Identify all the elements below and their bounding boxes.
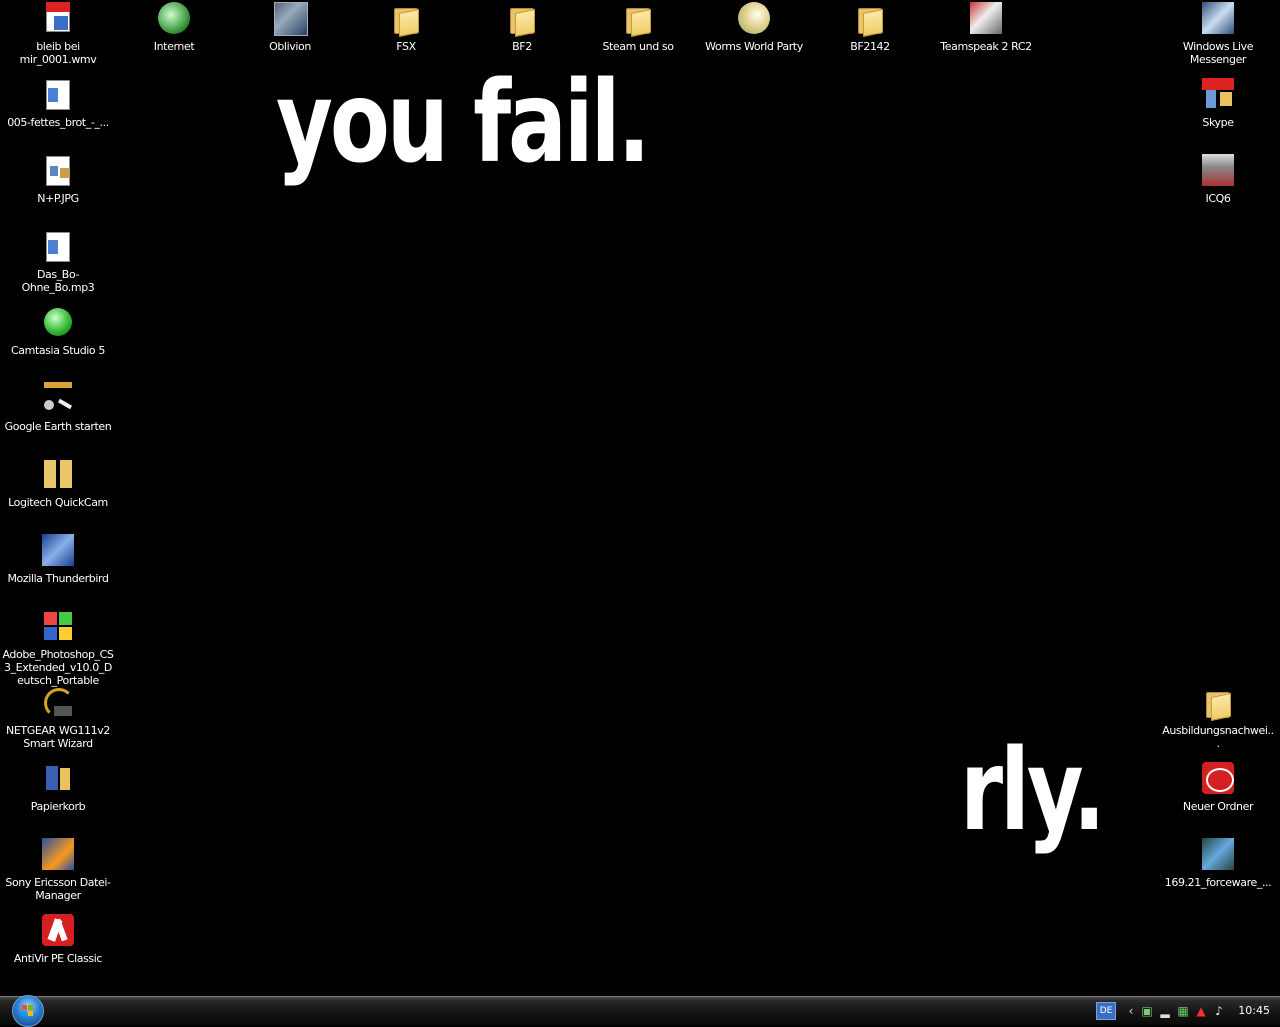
desktop-icon-label: ICQ6 (1205, 192, 1231, 205)
desktop-icon-label: 005-fettes_brot_-_... (7, 116, 109, 129)
desktop-icon-label: Worms World Party (705, 40, 803, 53)
wallpaper-text-line-2: rly. (960, 726, 1106, 856)
desktop-icon-bleib-bei-mir[interactable]: bleib bei mir_0001.wmv (0, 2, 116, 66)
taskbar: DE ‹ ▣ ▂ ▦ ▲ ♪ 10:45 (0, 995, 1280, 1027)
desktop-icon-papierkorb[interactable]: Papierkorb (0, 762, 116, 813)
chevron-left-icon[interactable]: ‹ (1124, 1004, 1138, 1018)
desktop-icon-steam-und-so[interactable]: Steam und so (580, 2, 696, 53)
desktop-icon-label: N+P.JPG (37, 192, 79, 205)
desktop-icon-label: Google Earth starten (4, 420, 112, 433)
audio-file-icon (42, 78, 74, 110)
desktop-icon-internet[interactable]: Internet (116, 2, 232, 53)
desktop-icon-bf2[interactable]: BF2 (464, 2, 580, 53)
game-icon (738, 2, 770, 34)
folder-icon (622, 2, 654, 38)
desktop-icon-thunderbird[interactable]: Mozilla Thunderbird (0, 534, 116, 585)
antivir-icon[interactable]: ▲ (1194, 1004, 1208, 1018)
desktop-icon-label: BF2142 (850, 40, 890, 53)
folder-icon (1202, 762, 1234, 794)
desktop-icon-forceware[interactable]: 169.21_forceware_... (1160, 838, 1276, 889)
network-icon[interactable]: ▣ (1140, 1004, 1154, 1018)
desktop-icon-worms-world-party[interactable]: Worms World Party (696, 2, 812, 53)
desktop-icon-google-earth[interactable]: Google Earth starten (0, 382, 116, 433)
desktop-icon-neuer-ordner[interactable]: Neuer Ordner (1160, 762, 1276, 813)
app-icon (1202, 838, 1234, 870)
desktop-icon-label: FSX (396, 40, 416, 53)
video-file-icon (42, 2, 74, 34)
desktop-icon-icq6[interactable]: ICQ6 (1160, 154, 1276, 205)
desktop-icon-label: Windows Live Messenger (1182, 40, 1254, 66)
recycle-bin-icon (42, 762, 74, 794)
desktop-icon-label: Skype (1202, 116, 1234, 129)
desktop-icon-teamspeak[interactable]: Teamspeak 2 RC2 (928, 2, 1044, 53)
folder-icon (506, 2, 538, 38)
app-icon (42, 534, 74, 566)
wallpaper-text-line-1: you fail. (276, 58, 651, 188)
desktop-icon-windows-live-messenger[interactable]: Windows Live Messenger (1160, 2, 1276, 66)
desktop-icon-fsx[interactable]: FSX (348, 2, 464, 53)
start-button[interactable] (8, 995, 48, 1027)
app-icon (42, 306, 74, 338)
skype-icon (1202, 78, 1234, 110)
desktop-icon-label: 169.21_forceware_... (1164, 876, 1272, 889)
folder-icon (390, 2, 422, 38)
signal-icon[interactable]: ▂ (1158, 1004, 1172, 1018)
folder-icon (1202, 686, 1234, 722)
desktop-icon-label: Das_Bo-Ohne_Bo.mp3 (21, 268, 95, 294)
app-icon (42, 458, 74, 490)
desktop-icon-label: NETGEAR WG111v2 Smart Wizard (6, 724, 110, 750)
desktop-icon-label: bleib bei mir_0001.wmv (19, 40, 97, 66)
desktop-icon-label: Steam und so (602, 40, 674, 53)
desktop-icon-label: Mozilla Thunderbird (7, 572, 109, 585)
desktop-icon-sony-ericsson[interactable]: Sony Ericsson Datei-Manager (0, 838, 116, 902)
messenger-icon (1202, 2, 1234, 34)
desktop-icon-das-bo[interactable]: Das_Bo-Ohne_Bo.mp3 (0, 230, 116, 294)
language-indicator[interactable]: DE (1096, 1002, 1116, 1020)
desktop[interactable]: you fail. rly. bleib bei mir_0001.wmv In… (0, 0, 1280, 996)
desktop-icon-photoshop[interactable]: Adobe_Photoshop_CS3_Extended_v10.0_Deuts… (0, 610, 116, 687)
desktop-icon-camtasia[interactable]: Camtasia Studio 5 (0, 306, 116, 357)
desktop-icon-n-p-jpg[interactable]: N+P.JPG (0, 154, 116, 205)
internet-icon (158, 2, 190, 34)
desktop-icon-netgear[interactable]: NETGEAR WG111v2 Smart Wizard (0, 686, 116, 750)
desktop-icon-logitech-quickcam[interactable]: Logitech QuickCam (0, 458, 116, 509)
app-icon (42, 382, 74, 414)
desktop-icon-label: Sony Ericsson Datei-Manager (5, 876, 111, 902)
windows-logo-icon (12, 995, 44, 1027)
desktop-icon-antivir[interactable]: AntiVir PE Classic (0, 914, 116, 965)
system-tray: DE ‹ ▣ ▂ ▦ ▲ ♪ 10:45 (1090, 997, 1280, 1025)
game-icon (274, 2, 308, 36)
desktop-icon-label: Adobe_Photoshop_CS3_Extended_v10.0_Deuts… (2, 648, 114, 687)
desktop-icon-label: Logitech QuickCam (8, 496, 108, 509)
desktop-icon-fettes-brot[interactable]: 005-fettes_brot_-_... (0, 78, 116, 129)
image-file-icon (42, 154, 74, 186)
desktop-icon-label: Oblivion (269, 40, 311, 53)
connection-icon[interactable]: ▦ (1176, 1004, 1190, 1018)
desktop-icon-label: AntiVir PE Classic (13, 952, 103, 965)
desktop-icon-label: Neuer Ordner (1182, 800, 1254, 813)
desktop-icon-skype[interactable]: Skype (1160, 78, 1276, 129)
desktop-icon-label: Papierkorb (30, 800, 86, 813)
folder-icon (854, 2, 886, 38)
desktop-icon-bf2142[interactable]: BF2142 (812, 2, 928, 53)
app-icon (42, 610, 74, 642)
volume-icon[interactable]: ♪ (1212, 1004, 1226, 1018)
desktop-icon-label: Internet (153, 40, 195, 53)
app-icon (42, 686, 74, 718)
app-icon (970, 2, 1002, 34)
desktop-icon-ausbildungsnachweis[interactable]: Ausbildungsnachwei... (1160, 686, 1276, 750)
desktop-icon-label: BF2 (512, 40, 532, 53)
antivirus-icon (42, 914, 74, 946)
app-icon (42, 838, 74, 870)
icq-icon (1202, 154, 1234, 186)
desktop-icon-oblivion[interactable]: Oblivion (232, 2, 348, 53)
desktop-icon-label: Ausbildungsnachwei... (1162, 724, 1274, 750)
audio-file-icon (42, 230, 74, 262)
desktop-icon-label: Camtasia Studio 5 (11, 344, 105, 357)
desktop-icon-label: Teamspeak 2 RC2 (940, 40, 1032, 53)
clock[interactable]: 10:45 (1238, 1004, 1270, 1017)
